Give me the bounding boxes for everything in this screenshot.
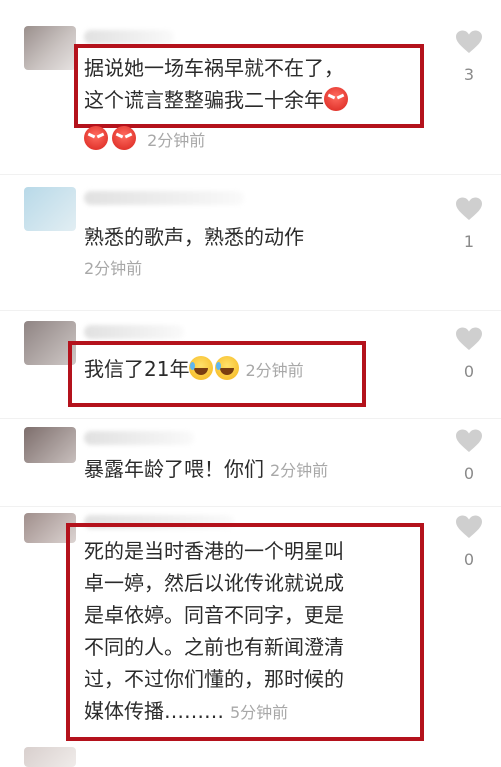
- avatar[interactable]: [24, 26, 76, 70]
- like-count: 0: [463, 464, 475, 483]
- like-button[interactable]: 3: [454, 30, 484, 86]
- comment-item: 暴露年龄了喂！你们 2分钟前 0: [0, 419, 501, 507]
- comment-meta: 2分钟前: [84, 126, 205, 153]
- avatar[interactable]: [24, 187, 76, 231]
- like-button[interactable]: 0: [454, 327, 484, 383]
- like-count: 3: [463, 65, 475, 84]
- comment-time: 2分钟前: [270, 461, 329, 480]
- angry-face-emoji-icon: [324, 87, 348, 111]
- username-blurred: [84, 431, 194, 445]
- heart-icon: [456, 429, 482, 452]
- comment-item: 熟悉的歌声，熟悉的动作 2分钟前 1: [0, 175, 501, 310]
- like-count: 0: [463, 550, 475, 569]
- heart-icon: [456, 30, 482, 53]
- comment-line: 我信了21年: [84, 357, 190, 381]
- comment-time: 2分钟前: [245, 361, 304, 380]
- comment-line: 暴露年龄了喂！你们: [84, 457, 264, 481]
- heart-icon: [456, 327, 482, 350]
- comment-line: 过，不过你们懂的，那时候的: [84, 667, 344, 691]
- comment-time: 2分钟前: [147, 131, 206, 150]
- comment-text: 熟悉的歌声，熟悉的动作: [84, 225, 304, 249]
- heart-icon: [456, 515, 482, 538]
- like-count: 1: [463, 232, 475, 251]
- comment-line: 是卓依婷。同音不同字，更是: [84, 603, 344, 627]
- comment-time: 2分钟前: [84, 259, 143, 278]
- avatar[interactable]: [24, 427, 76, 463]
- like-button[interactable]: 1: [454, 197, 484, 253]
- laughing-crying-emoji-icon: [215, 356, 240, 380]
- comment-line: 死的是当时香港的一个明星叫: [84, 539, 344, 563]
- comment-text: 死的是当时香港的一个明星叫 卓一婷，然后以讹传讹就说成 是卓依婷。同音不同字，更…: [84, 535, 344, 729]
- username-blurred: [84, 30, 174, 44]
- comment-time: 5分钟前: [230, 703, 289, 722]
- angry-face-emoji-icon: [84, 126, 108, 150]
- comment-line: 这个谎言整整骗我二十余年: [84, 88, 324, 112]
- like-count: 0: [463, 362, 475, 381]
- angry-face-emoji-icon: [112, 126, 136, 150]
- comment-item: 据说她一场车祸早就不在了， 这个谎言整整骗我二十余年 2分钟前 3: [0, 0, 501, 175]
- comment-text: 暴露年龄了喂！你们 2分钟前: [84, 453, 328, 487]
- comment-line: 据说她一场车祸早就不在了，: [84, 56, 344, 80]
- comment-text: 据说她一场车祸早就不在了， 这个谎言整整骗我二十余年: [84, 52, 348, 116]
- heart-icon: [456, 197, 482, 220]
- comment-item: 我信了21年 2分钟前 0: [0, 311, 501, 419]
- username-blurred: [84, 325, 184, 339]
- comment-text: 我信了21年 2分钟前: [84, 353, 304, 387]
- comment-line: 媒体传播………: [84, 699, 224, 723]
- laughing-crying-emoji-icon: [189, 356, 214, 380]
- comment-item: 死的是当时香港的一个明星叫 卓一婷，然后以讹传讹就说成 是卓依婷。同音不同字，更…: [0, 507, 501, 767]
- like-button[interactable]: 0: [454, 515, 484, 571]
- username-blurred: [84, 191, 244, 205]
- comment-line: 不同的人。之前也有新闻澄清: [84, 635, 344, 659]
- comment-line: 卓一婷，然后以讹传讹就说成: [84, 571, 344, 595]
- like-button[interactable]: 0: [454, 429, 484, 485]
- avatar-next: [24, 747, 76, 767]
